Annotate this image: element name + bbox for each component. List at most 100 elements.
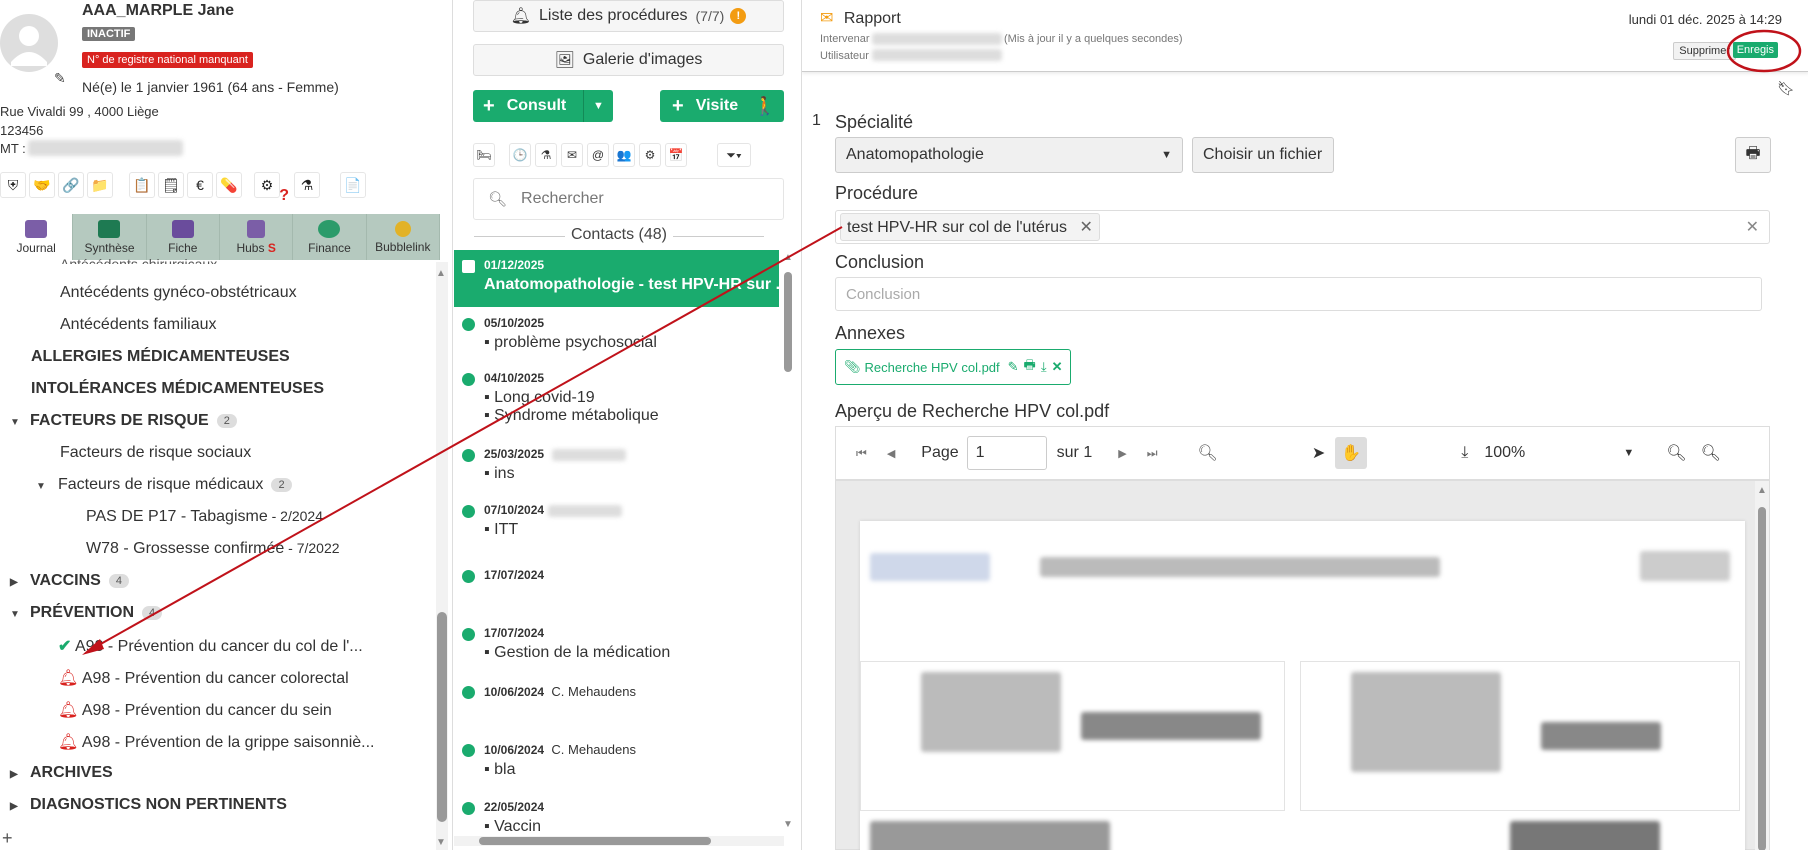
scroll-up-icon[interactable]: ▲ [1757, 485, 1767, 496]
envelope-icon[interactable]: ✉ [561, 143, 583, 167]
tree-item[interactable]: ▶ ARCHIVES [10, 764, 113, 782]
contact-item[interactable]: 17/07/2024 ▪ Gestion de la médication [454, 626, 779, 662]
contacts-scrollbar[interactable]: ▲ ▼ [781, 250, 795, 830]
procedure-field[interactable]: test HPV-HR sur col de l'utérus ✕ ✕ [835, 210, 1770, 244]
consult-button[interactable]: + Consult ▼ [473, 90, 613, 122]
tree-item[interactable]: ▼ PRÉVENTION 4 [10, 604, 163, 622]
print-icon[interactable]: 🖶 [1024, 356, 1036, 378]
tree-item[interactable]: Antécédents gynéco-obstétricaux [60, 284, 297, 302]
pdf-file-icon[interactable]: 📄 [340, 172, 366, 198]
note-icon[interactable]: 🗒 [158, 172, 184, 198]
flask-icon[interactable]: ⚗ [294, 172, 320, 198]
contacts-hscrollbar[interactable] [454, 836, 784, 846]
edit-icon[interactable]: ✎ [1008, 359, 1019, 375]
tree-item[interactable]: INTOLÉRANCES MÉDICAMENTEUSES [31, 380, 324, 398]
contact-item[interactable]: 10/06/2024 C. Mehaudens ▪ bla [454, 742, 779, 779]
shield-icon[interactable]: ⛨ [0, 172, 26, 198]
hand-tool-icon[interactable]: ✋ [1335, 437, 1368, 469]
add-icon[interactable]: + [2, 828, 13, 849]
scroll-up-icon[interactable]: ▲ [783, 252, 793, 263]
tree-item[interactable]: 🔔︎ A98 - Prévention du cancer du sein [58, 700, 332, 720]
clock-icon[interactable]: 🕒 [509, 143, 531, 167]
tree-item[interactable]: PAS DE P17 - Tabagisme - 2/2024 [86, 508, 323, 526]
contact-search[interactable]: 🔍︎ Rechercher [473, 178, 784, 220]
visit-button[interactable]: + Visite 🚶 [660, 90, 784, 122]
scroll-down-icon[interactable]: ▼ [436, 837, 446, 848]
caret-down-icon[interactable]: ▼ [10, 417, 24, 428]
tree-item[interactable]: ALLERGIES MÉDICAMENTEUSES [31, 348, 290, 366]
delete-button[interactable]: Supprimer [1673, 42, 1736, 60]
tree-item[interactable]: 🔔︎ A98 - Prévention de la grippe saisonn… [58, 732, 375, 752]
scroll-down-icon[interactable]: ▼ [783, 819, 793, 830]
clipboard-icon[interactable]: 📋 [129, 172, 155, 198]
link-icon[interactable]: 🔗 [58, 172, 84, 198]
choose-file-button[interactable]: Choisir un fichier [1192, 137, 1334, 173]
download-icon[interactable]: ⤓ [1461, 444, 1468, 462]
consult-dropdown-icon[interactable]: ▼ [583, 90, 613, 122]
procedure-tag[interactable]: test HPV-HR sur col de l'utérus ✕ [840, 213, 1100, 241]
cogs-icon[interactable]: ⚙ [639, 143, 661, 167]
remove-tag-icon[interactable]: ✕ [1079, 219, 1092, 236]
tree-item[interactable]: 🔔︎ A98 - Prévention du cancer colorectal [58, 668, 349, 688]
download-icon[interactable]: ⤓ [1041, 359, 1047, 375]
folder-question-icon[interactable]: 📁 [87, 172, 113, 198]
pills-icon[interactable]: 💊 [216, 172, 242, 198]
zoom-select[interactable]: 100% ▼ [1484, 444, 1634, 462]
pdf-scrollbar[interactable]: ▲ [1755, 481, 1769, 850]
scrollbar-thumb[interactable] [479, 837, 711, 845]
caret-down-icon[interactable]: ▼ [36, 481, 50, 492]
calendar-icon[interactable]: 📅 [665, 143, 687, 167]
print-button[interactable]: 🖶 [1735, 137, 1771, 173]
search-icon[interactable]: 🔍︎ [1198, 443, 1218, 463]
euro-icon[interactable]: € [187, 172, 213, 198]
zoom-out-icon[interactable]: 🔍︎ [1666, 443, 1686, 463]
pdf-viewer[interactable]: ▲ [835, 480, 1770, 850]
delete-icon[interactable]: ✕ [1052, 359, 1063, 375]
procedures-button[interactable]: 🔔︎ Liste des procédures (7/7) ! [473, 0, 784, 32]
tree-item[interactable]: Facteurs de risque sociaux [60, 444, 251, 462]
filter-icon[interactable]: ⏷▾ [717, 143, 751, 167]
contact-item[interactable]: 04/10/2025 ▪ Long covid-19 ▪ Syndrome méta… [454, 371, 779, 425]
tree-item[interactable]: ▼ Facteurs de risque médicaux 2 [36, 476, 292, 494]
contact-item[interactable]: 17/07/2024 [454, 568, 779, 583]
conclusion-input[interactable]: Conclusion [835, 277, 1762, 311]
tree-item[interactable]: ✔ A98 - Prévention du cancer du col de l… [58, 636, 363, 656]
page-input[interactable]: 1 [966, 436, 1047, 470]
tree-item[interactable]: ▶ DIAGNOSTICS NON PERTINENTS [10, 796, 287, 814]
flask-icon[interactable]: ⚗ [535, 143, 557, 167]
tab-hubs[interactable]: Hubs S [220, 214, 294, 260]
at-icon[interactable]: @ [587, 143, 609, 167]
prev-page-icon[interactable]: ◀ [887, 447, 895, 460]
tree-item[interactable]: W78 - Grossesse confirmée - 7/2022 [86, 540, 340, 558]
contact-item[interactable]: 22/05/2024 ▪ Vaccin [454, 800, 779, 836]
caret-right-icon[interactable]: ▶ [10, 769, 24, 780]
contact-item[interactable]: 05/10/2025 ▪ problème psychosocial [454, 316, 779, 352]
zoom-in-icon[interactable]: 🔍︎ [1701, 443, 1721, 463]
tab-fiche[interactable]: Fiche [147, 214, 220, 260]
scroll-up-icon[interactable]: ▲ [436, 268, 446, 279]
bookmark-icon[interactable]: 🔖︎ [1777, 80, 1795, 97]
scrollbar-thumb[interactable] [437, 612, 447, 822]
clear-icon[interactable]: ✕ [1746, 217, 1759, 237]
first-page-icon[interactable]: ⏮ [856, 446, 867, 461]
gallery-button[interactable]: 🖼 Galerie d'images [473, 44, 784, 76]
tab-synthese[interactable]: Synthèse [73, 214, 147, 260]
bed-icon[interactable]: 🛏 [473, 143, 495, 167]
contact-item[interactable]: 07/10/2024 ▪ ITT [454, 503, 779, 539]
scrollbar-thumb[interactable] [1758, 507, 1766, 850]
tree-scrollbar[interactable]: ▲ ▼ [436, 262, 448, 850]
edit-avatar-icon[interactable]: ✎ [54, 70, 66, 87]
contact-item[interactable]: 10/06/2024 C. Mehaudens [454, 684, 779, 699]
caret-right-icon[interactable]: ▶ [10, 577, 24, 588]
next-page-icon[interactable]: ▶ [1118, 447, 1126, 460]
tab-bubblelink[interactable]: Bubblelink [367, 214, 440, 260]
virus-question-icon[interactable]: ⚙? [254, 172, 289, 204]
contact-item[interactable]: 25/03/2025 ▪ ins [454, 447, 779, 483]
tab-finance[interactable]: Finance [293, 214, 367, 260]
annex-file[interactable]: 📎︎ Recherche HPV col.pdf ✎ 🖶 ⤓ ✕ [835, 349, 1072, 385]
scrollbar-thumb[interactable] [784, 272, 792, 372]
users-icon[interactable]: 👥 [613, 143, 635, 167]
avatar[interactable] [0, 12, 58, 74]
tree-item[interactable]: ▼ FACTEURS DE RISQUE 2 [10, 412, 237, 430]
tree-item[interactable]: Antécédents familiaux [60, 316, 217, 334]
